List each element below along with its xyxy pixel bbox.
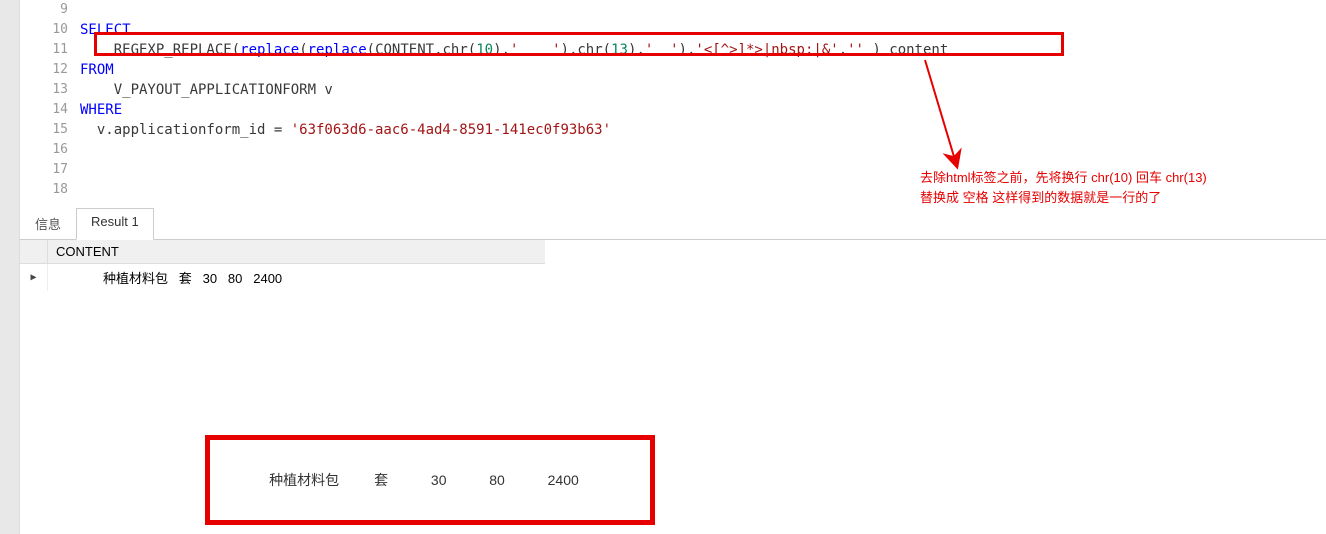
highlight-text-box: 种植材料包 套 30 80 2400 (205, 435, 655, 525)
col-header-content[interactable]: CONTENT (48, 240, 545, 263)
annotation-text: 去除html标签之前，先将换行 chr(10) 回车 chr(13) 替换成 空… (920, 168, 1207, 208)
line-gutter: 9 10 11 12 13 14 15 16 17 18 (20, 0, 80, 200)
results-grid[interactable]: CONTENT ▶ 种植材料包 套 30 80 2400 种植材料包 套 30 … (20, 240, 1326, 534)
result-tabs: 信息 Result 1 (20, 208, 1326, 240)
tab-info[interactable]: 信息 (20, 208, 76, 239)
code-line-13[interactable]: V_PAYOUT_APPLICATIONFORM v (80, 80, 1326, 100)
tab-result-1[interactable]: Result 1 (76, 208, 154, 240)
results-header-row: CONTENT (20, 240, 545, 264)
code-line-10[interactable]: SELECT (80, 20, 1326, 40)
code-line-12[interactable]: FROM (80, 60, 1326, 80)
code-line-14[interactable]: WHERE (80, 100, 1326, 120)
row-marker-icon: ▶ (20, 264, 48, 291)
left-margin (0, 0, 20, 534)
code-line-11[interactable]: REGEXP_REPLACE(replace(replace(CONTENT,c… (80, 40, 1326, 60)
code-line-15[interactable]: v.applicationform_id = '63f063d6-aac6-4a… (80, 120, 1326, 140)
table-row[interactable]: ▶ 种植材料包 套 30 80 2400 (20, 264, 545, 291)
cell-content[interactable]: 种植材料包 套 30 80 2400 (48, 264, 545, 291)
